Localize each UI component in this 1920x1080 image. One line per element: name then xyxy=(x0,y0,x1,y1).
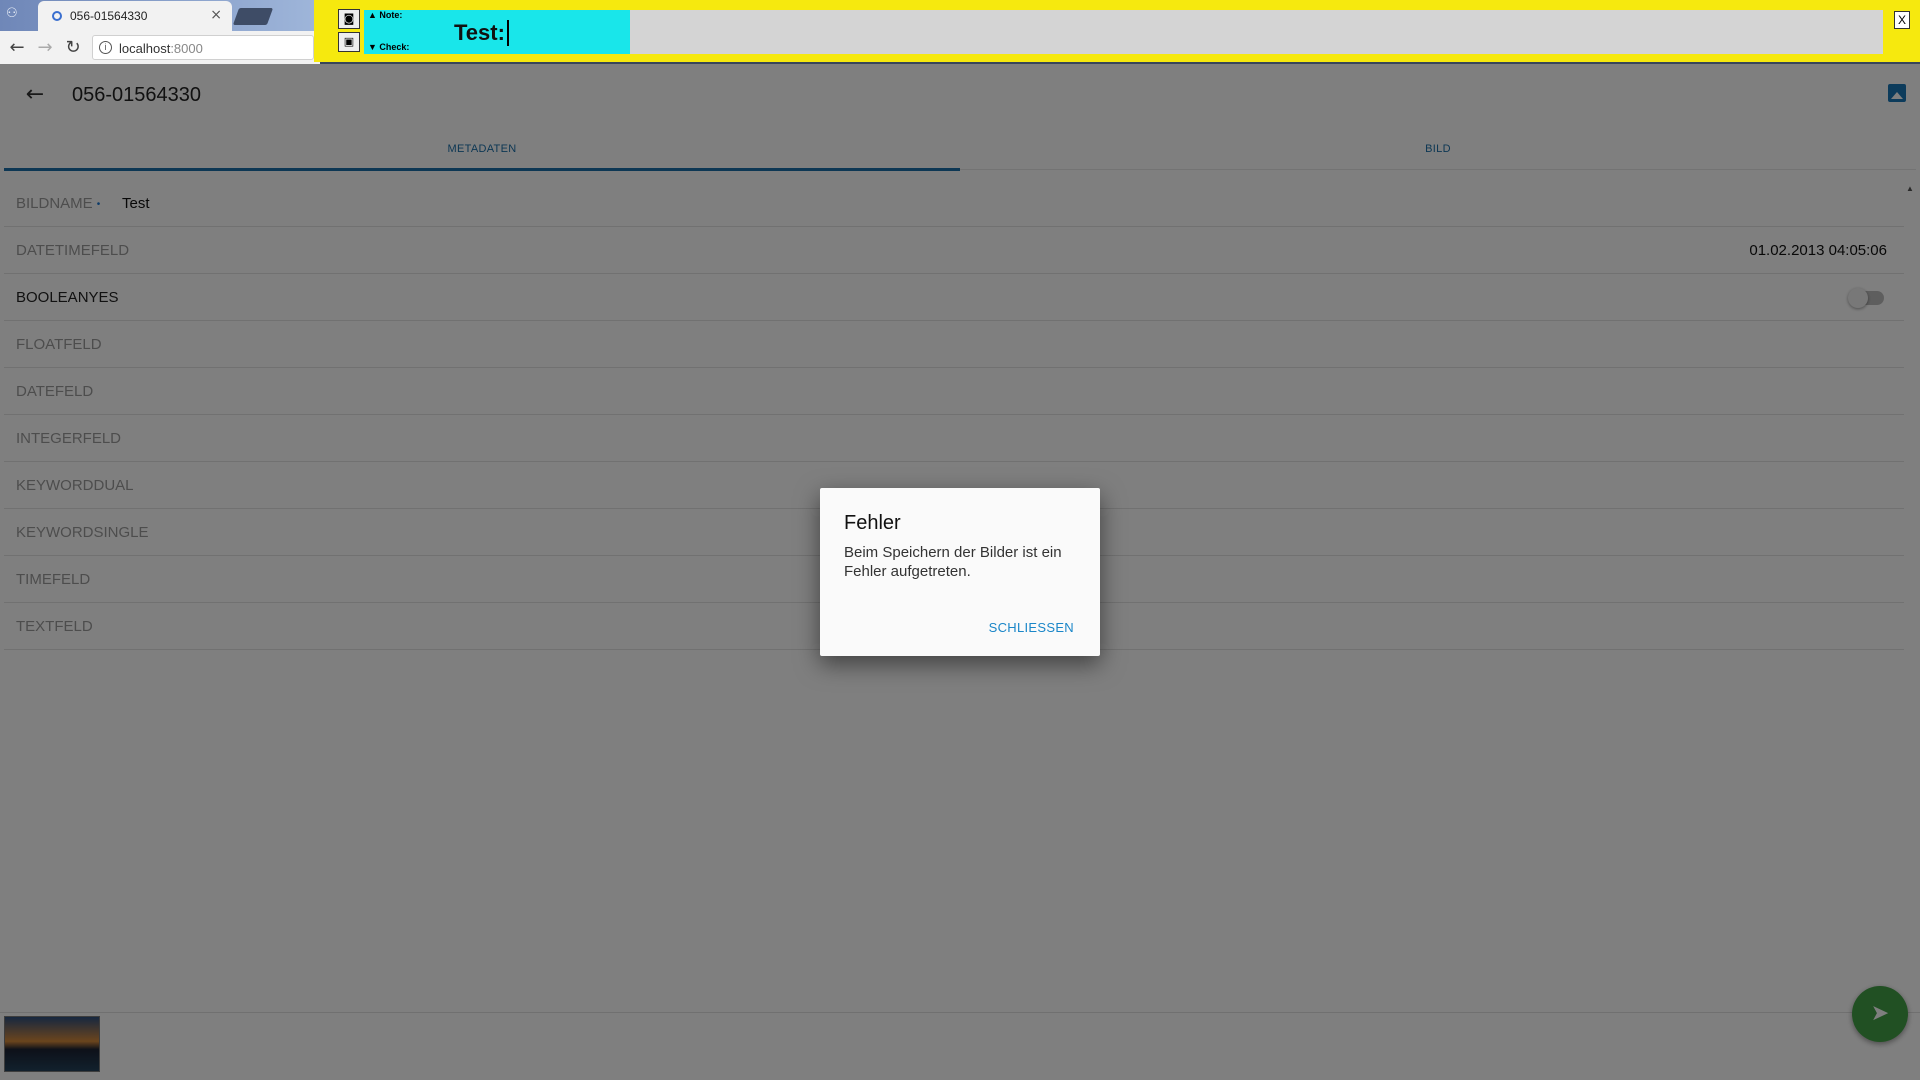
note-text: Test: xyxy=(454,20,505,45)
url-text: localhost:8000 xyxy=(119,41,203,56)
reload-icon[interactable]: ↻ xyxy=(62,37,84,59)
text-caret xyxy=(507,20,509,46)
browser-tab-title: 056-01564330 xyxy=(70,9,148,23)
screenshot-icon[interactable]: ▣ xyxy=(338,32,360,52)
address-bar[interactable]: i localhost:8000 xyxy=(92,35,314,60)
tab-close-icon[interactable]: × xyxy=(210,7,222,23)
note-overlay: ◙ ▣ ▲ Note: ▼ Check: Test: X xyxy=(314,0,1920,62)
info-icon[interactable]: i xyxy=(99,41,112,54)
browser-tab[interactable]: 056-01564330 × xyxy=(38,1,232,31)
note-input-area[interactable]: ▲ Note: ▼ Check: Test: xyxy=(364,10,1883,54)
tab-strip: ⚇ 056-01564330 × xyxy=(0,0,320,31)
dialog-title: Fehler xyxy=(844,512,901,534)
error-dialog: Fehler Beim Speichern der Bilder ist ein… xyxy=(820,488,1100,656)
note-close-button[interactable]: X xyxy=(1894,11,1910,29)
browser-menu-icon[interactable]: ⚇ xyxy=(6,6,26,22)
browser-toolbar: ← → ↻ i localhost:8000 xyxy=(0,31,320,64)
browser-back-icon[interactable]: ← xyxy=(6,37,28,59)
browser-forward-icon[interactable]: → xyxy=(34,37,56,59)
note-label: ▲ Note: xyxy=(368,10,403,20)
camera-icon[interactable]: ◙ xyxy=(338,9,360,29)
favicon-icon xyxy=(52,11,62,21)
check-label: ▼ Check: xyxy=(368,42,410,52)
dialog-message: Beim Speichern der Bilder ist ein Fehler… xyxy=(844,544,1062,580)
close-dialog-button[interactable]: SCHLIESSEN xyxy=(989,620,1074,635)
new-tab-button[interactable] xyxy=(232,8,274,25)
